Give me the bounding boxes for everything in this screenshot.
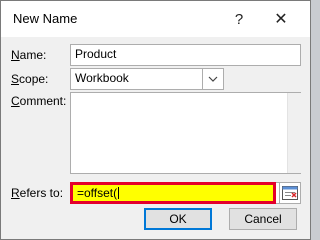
refers-to-label-accesskey: R xyxy=(11,186,20,200)
dialog-title: New Name xyxy=(13,11,78,26)
scope-label: Scope: xyxy=(11,72,48,86)
name-label: Name: xyxy=(11,48,46,62)
ok-button[interactable]: OK xyxy=(144,208,212,230)
scope-label-text: cope: xyxy=(19,72,49,86)
refers-to-value: =offset( xyxy=(77,186,118,200)
comment-textarea[interactable] xyxy=(70,92,301,174)
name-input[interactable]: Product xyxy=(70,44,301,66)
help-icon[interactable]: ? xyxy=(223,5,255,33)
comment-label-text: omment: xyxy=(19,94,67,108)
comment-scrollbar[interactable] xyxy=(287,93,301,173)
scope-select[interactable]: Workbook xyxy=(70,68,224,90)
name-label-accesskey: N xyxy=(11,48,20,62)
comment-label: Comment: xyxy=(11,94,66,108)
text-caret xyxy=(118,187,120,199)
chevron-down-icon[interactable] xyxy=(202,68,224,90)
comment-label-accesskey: C xyxy=(11,94,20,108)
collapse-dialog-icon[interactable] xyxy=(279,182,301,204)
title-bar: New Name ? ✕ xyxy=(1,1,310,37)
new-name-dialog: New Name ? ✕ Name: Product Scope: Workbo… xyxy=(0,0,311,240)
close-icon[interactable]: ✕ xyxy=(265,5,297,33)
refers-to-input[interactable]: =offset( xyxy=(70,182,276,204)
name-label-text: ame: xyxy=(19,48,47,62)
refers-to-label-text: efers to: xyxy=(19,186,64,200)
refers-to-label: Refers to: xyxy=(11,186,63,200)
scope-label-accesskey: S xyxy=(11,72,20,86)
cancel-button[interactable]: Cancel xyxy=(229,208,297,230)
